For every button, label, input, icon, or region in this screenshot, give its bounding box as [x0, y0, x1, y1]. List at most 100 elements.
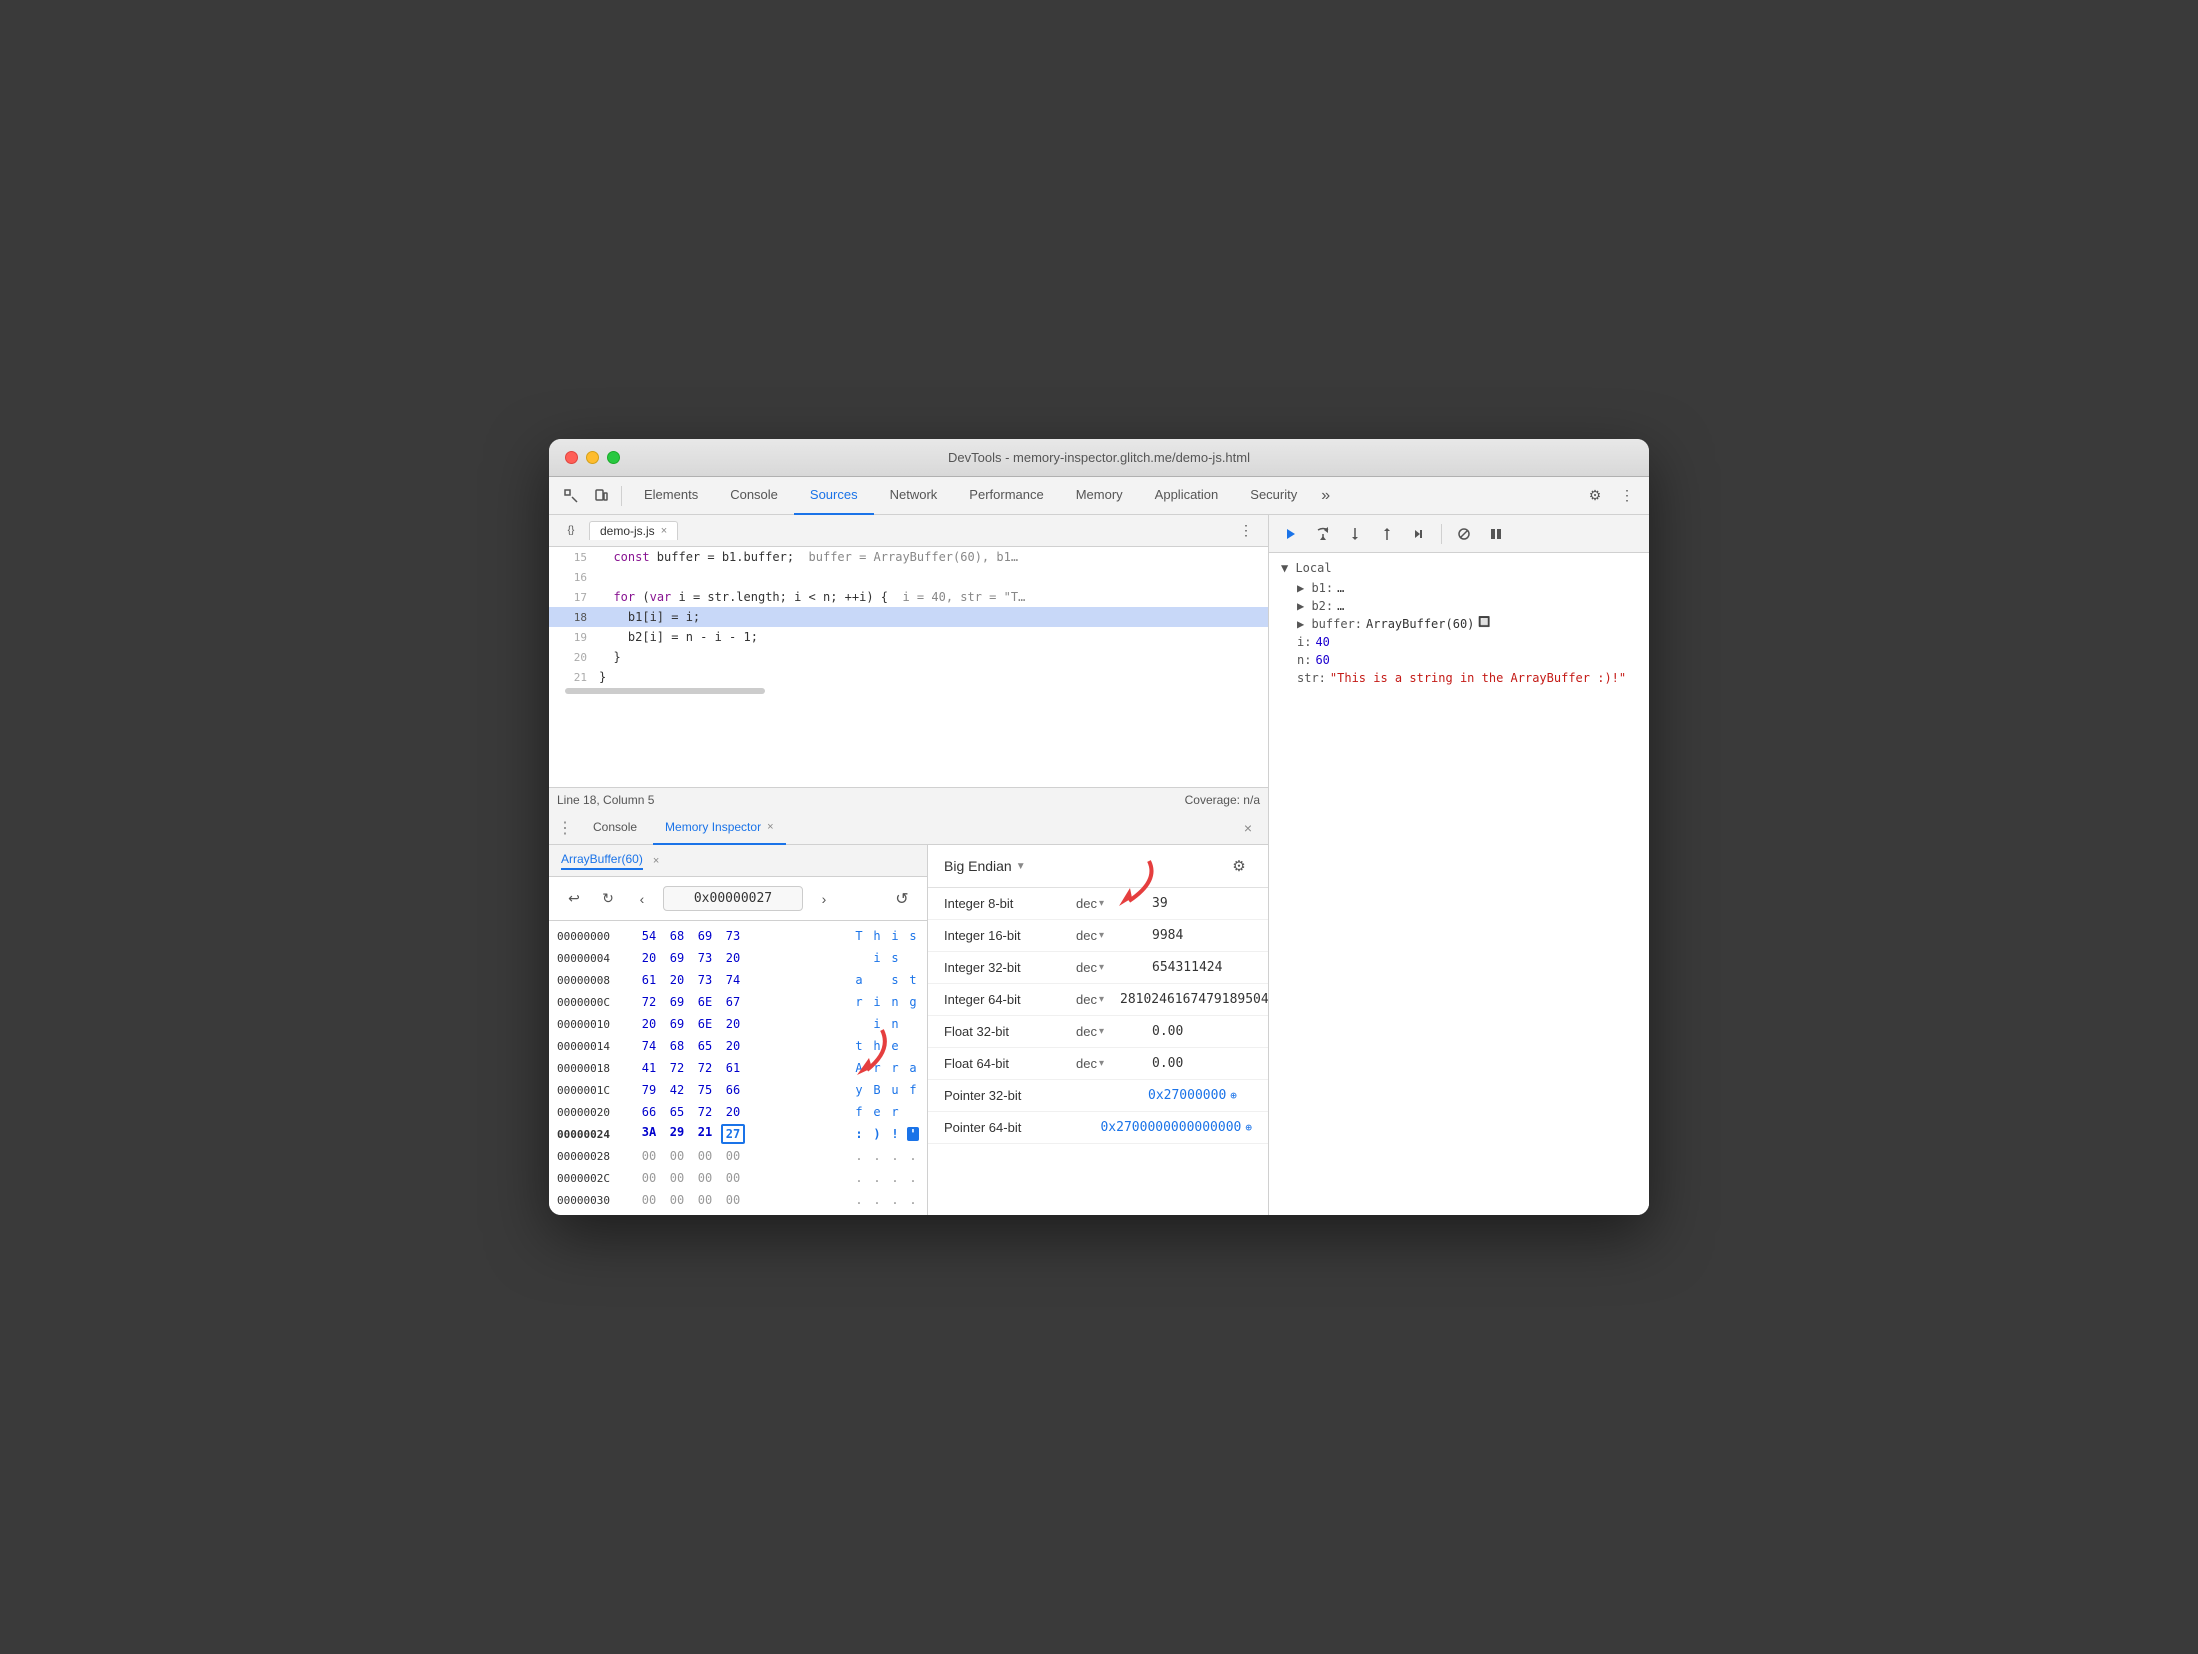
tab-console[interactable]: Console: [714, 477, 794, 515]
scope-item-n: n: 60: [1281, 651, 1637, 669]
memory-controls: ↩ ↻ ‹ › ↺: [549, 877, 927, 921]
bottom-panel-toggle[interactable]: ⋮: [557, 818, 573, 838]
hex-row-00000030: 00000030 00 00 00 00 .: [549, 1189, 927, 1211]
more-tabs-button[interactable]: »: [1313, 477, 1338, 515]
address-input[interactable]: [663, 886, 803, 911]
memory-inspector-close[interactable]: ×: [767, 821, 773, 833]
tab-performance[interactable]: Performance: [953, 477, 1059, 515]
title-bar: DevTools - memory-inspector.glitch.me/de…: [549, 439, 1649, 477]
debug-toolbar: [1269, 515, 1649, 553]
endian-dropdown-icon: ▼: [1016, 861, 1026, 872]
array-buffer-tab: ArrayBuffer(60) ×: [549, 845, 927, 877]
inspector-row-ptr64: Pointer 64-bit 0x2700000000000000 ⊕: [928, 1112, 1268, 1144]
endian-selector[interactable]: Big Endian ▼: [944, 858, 1026, 874]
deactivate-breakpoints-button[interactable]: [1450, 520, 1478, 548]
scope-local-label: ▼ Local: [1281, 561, 1637, 575]
source-toolbar: {} demo-js.js × ⋮: [549, 515, 1268, 547]
file-tab[interactable]: demo-js.js ×: [589, 521, 678, 540]
toolbar-separator: [621, 486, 622, 506]
tab-network[interactable]: Network: [874, 477, 954, 515]
inspector-header: Big Endian ▼ ⚙: [928, 845, 1268, 888]
tab-memory[interactable]: Memory: [1060, 477, 1139, 515]
customize-button[interactable]: ⋮: [1613, 482, 1641, 510]
scope-item-buffer: ▶ buffer: ArrayBuffer(60) 🔲: [1281, 615, 1637, 633]
array-buffer-close[interactable]: ×: [653, 855, 659, 867]
left-panel: {} demo-js.js × ⋮ 15 const buffer = b1: [549, 515, 1269, 1215]
hex-row-0000001C: 0000001C 79 42 75 66 y: [549, 1079, 927, 1101]
pointer64-link[interactable]: 0x2700000000000000 ⊕: [1100, 1120, 1252, 1135]
buffer-memory-icon[interactable]: 🔲: [1478, 617, 1490, 631]
memory-left: ArrayBuffer(60) × ↩ ↻ ‹ › ↺: [549, 845, 928, 1215]
line-status: Line 18, Column 5: [557, 793, 654, 807]
minimize-button[interactable]: [586, 451, 599, 464]
traffic-lights: [565, 451, 620, 464]
devtools-window: DevTools - memory-inspector.glitch.me/de…: [549, 439, 1649, 1215]
hex-row-0000000C: 0000000C 72 69 6E 67 r: [549, 991, 927, 1013]
debug-content: ▼ Local ▶ b1: … ▶ b2: … ▶ buffer: ArrayB…: [1269, 553, 1649, 1215]
bottom-tabs: ⋮ Console Memory Inspector × ×: [549, 811, 1268, 845]
code-line-16: 16: [549, 567, 1268, 587]
step-button[interactable]: [1405, 520, 1433, 548]
scope-item-i: i: 40: [1281, 633, 1637, 651]
hex-row-00000020: 00000020 66 65 72 20 f: [549, 1101, 927, 1123]
pointer32-link[interactable]: 0x27000000 ⊕: [1148, 1088, 1237, 1103]
code-line-15: 15 const buffer = b1.buffer; buffer = Ar…: [549, 547, 1268, 567]
main-area: {} demo-js.js × ⋮ 15 const buffer = b1: [549, 515, 1649, 1215]
hex-row-00000000: 00000000 54 68 69 73 T: [549, 925, 927, 947]
reload-button[interactable]: ↺: [889, 886, 915, 912]
array-buffer-label[interactable]: ArrayBuffer(60): [561, 852, 643, 870]
main-toolbar: Elements Console Sources Network Perform…: [549, 477, 1649, 515]
settings-button[interactable]: ⚙: [1581, 482, 1609, 510]
code-line-19: 19 b2[i] = n - i - 1;: [549, 627, 1268, 647]
tab-sources[interactable]: Sources: [794, 477, 874, 515]
tab-application[interactable]: Application: [1139, 477, 1235, 515]
device-toggle-button[interactable]: [587, 482, 615, 510]
format-button[interactable]: {}: [557, 517, 585, 545]
tab-security[interactable]: Security: [1234, 477, 1313, 515]
bottom-panel-close[interactable]: ×: [1236, 816, 1260, 840]
hex-row-00000008: 00000008 61 20 73 74 a: [549, 969, 927, 991]
code-editor: 15 const buffer = b1.buffer; buffer = Ar…: [549, 547, 1268, 787]
inspector-row-float64: Float 64-bit dec ▾ 0.00: [928, 1048, 1268, 1080]
hex-row-00000018: 00000018 41 72 72 61 A: [549, 1057, 927, 1079]
hex-row-00000010: 00000010 20 69 6E 20: [549, 1013, 927, 1035]
inspector-row-float32: Float 32-bit dec ▾ 0.00: [928, 1016, 1268, 1048]
file-close-button[interactable]: ×: [661, 525, 667, 537]
step-over-button[interactable]: [1309, 520, 1337, 548]
source-status-bar: Line 18, Column 5 Coverage: n/a: [549, 787, 1268, 811]
tab-console-bottom[interactable]: Console: [581, 811, 649, 845]
code-line-20: 20 }: [549, 647, 1268, 667]
inspect-element-button[interactable]: [557, 482, 585, 510]
inspector-settings-button[interactable]: ⚙: [1226, 853, 1252, 879]
debug-separator: [1441, 524, 1442, 544]
memory-panel: ArrayBuffer(60) × ↩ ↻ ‹ › ↺: [549, 845, 1268, 1215]
inspector-row-ptr32: Pointer 32-bit 0x27000000 ⊕: [928, 1080, 1268, 1112]
hex-row-00000024: 00000024 3A 29 21 27 :: [549, 1123, 927, 1145]
source-more-button[interactable]: ⋮: [1232, 517, 1260, 545]
close-button[interactable]: [565, 451, 578, 464]
right-panel: ▼ Local ▶ b1: … ▶ b2: … ▶ buffer: ArrayB…: [1269, 515, 1649, 1215]
next-page-button[interactable]: ›: [811, 886, 837, 912]
code-line-18: 18 b1[i] = i;: [549, 607, 1268, 627]
pause-button[interactable]: [1482, 520, 1510, 548]
code-line-17: 17 for (var i = str.length; i < n; ++i) …: [549, 587, 1268, 607]
step-into-button[interactable]: [1341, 520, 1369, 548]
hex-row-0000002C: 0000002C 00 00 00 00 .: [549, 1167, 927, 1189]
tab-memory-inspector[interactable]: Memory Inspector ×: [653, 811, 785, 845]
hex-row-00000014: 00000014 74 68 65 20 t: [549, 1035, 927, 1057]
inspector-row-int16: Integer 16-bit dec ▾ 9984: [928, 920, 1268, 952]
scope-item-b2: ▶ b2: …: [1281, 597, 1637, 615]
resume-button[interactable]: [1277, 520, 1305, 548]
code-line-21: 21 }: [549, 667, 1268, 687]
coverage-status: Coverage: n/a: [1185, 793, 1260, 807]
step-out-button[interactable]: [1373, 520, 1401, 548]
hex-grid-container: 00000000 54 68 69 73 T: [549, 921, 927, 1215]
undo-nav-button[interactable]: ↩: [561, 886, 587, 912]
data-inspector: Big Endian ▼ ⚙: [928, 845, 1268, 1215]
refresh-nav-button[interactable]: ↻: [595, 886, 621, 912]
devtools-body: Elements Console Sources Network Perform…: [549, 477, 1649, 1215]
prev-page-button[interactable]: ‹: [629, 886, 655, 912]
maximize-button[interactable]: [607, 451, 620, 464]
hex-grid: 00000000 54 68 69 73 T: [549, 921, 927, 1215]
tab-elements[interactable]: Elements: [628, 477, 714, 515]
